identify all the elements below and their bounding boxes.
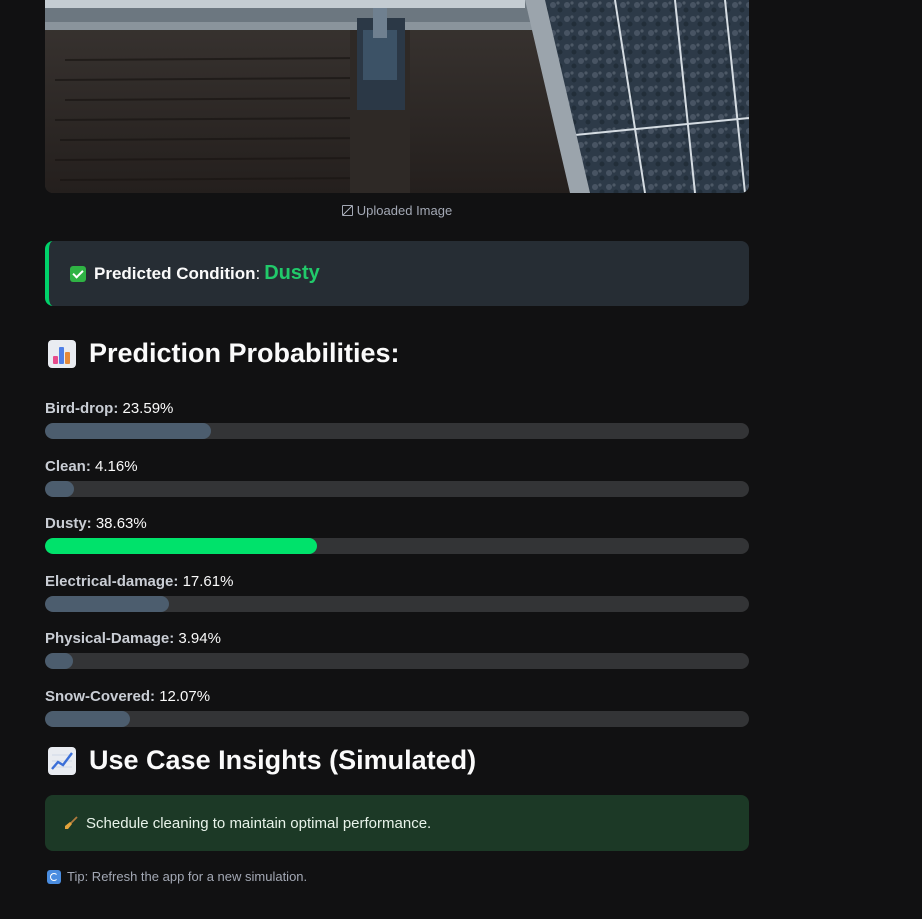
probability-label: Dusty: 38.63%: [45, 515, 749, 533]
class-percent: 12.07%: [159, 688, 211, 705]
bar-chart-icon: [48, 339, 76, 368]
probability-bar-fill: [45, 711, 130, 727]
probability-row: Snow-Covered: 12.07%: [45, 688, 749, 727]
insights-heading: Use Case Insights (Simulated): [48, 745, 476, 776]
class-name: Snow-Covered:: [45, 688, 156, 705]
tip-text: Tip: Refresh the app for a new simulatio…: [47, 869, 307, 884]
probability-label: Clean: 4.16%: [45, 458, 749, 476]
probability-row: Bird-drop: 23.59%: [45, 400, 749, 439]
image-caption-text: Uploaded Image: [356, 203, 453, 218]
broom-icon: [64, 816, 78, 830]
class-name: Physical-Damage:: [45, 630, 175, 647]
class-name: Electrical-damage:: [45, 573, 179, 590]
class-name: Bird-drop:: [45, 400, 119, 417]
probability-bar-fill: [45, 481, 75, 497]
probability-bar-track: [45, 711, 749, 727]
probability-bar-fill: [45, 653, 73, 669]
result-value: Dusty: [264, 262, 320, 284]
prediction-result-box: Predicted Condition: Dusty: [45, 241, 749, 306]
probability-bar-track: [45, 538, 749, 554]
probability-label: Bird-drop: 23.59%: [45, 400, 749, 418]
probability-label: Electrical-damage: 17.61%: [45, 573, 749, 591]
class-name: Clean:: [45, 458, 91, 475]
image-caption: Uploaded Image: [45, 203, 749, 218]
probability-row: Clean: 4.16%: [45, 458, 749, 497]
probability-bar-fill: [45, 538, 317, 554]
class-percent: 3.94%: [178, 630, 221, 647]
class-percent: 38.63%: [95, 515, 147, 532]
class-percent: 4.16%: [95, 458, 138, 475]
insight-message-box: Schedule cleaning to maintain optimal pe…: [45, 795, 749, 851]
insights-heading-text: Use Case Insights (Simulated): [89, 745, 477, 775]
solar-panel-photo: [45, 0, 749, 193]
probability-row: Physical-Damage: 3.94%: [45, 630, 749, 669]
insight-message-text: Schedule cleaning to maintain optimal pe…: [86, 814, 432, 832]
class-percent: 23.59%: [122, 400, 174, 417]
result-label: Predicted Condition: [94, 263, 256, 283]
probabilities-heading-text: Prediction Probabilities:: [89, 338, 400, 368]
class-percent: 17.61%: [182, 573, 234, 590]
tip-text-label: Tip: Refresh the app for a new simulatio…: [67, 869, 308, 884]
check-mark-icon: [70, 265, 86, 282]
probability-row: Dusty: 38.63%: [45, 515, 749, 554]
probability-label: Snow-Covered: 12.07%: [45, 688, 749, 706]
probability-bar-track: [45, 596, 749, 612]
probability-row: Electrical-damage: 17.61%: [45, 573, 749, 612]
probability-bar-track: [45, 653, 749, 669]
refresh-icon: [47, 869, 61, 884]
result-colon: :: [255, 263, 261, 283]
probability-bar-fill: [45, 596, 169, 612]
chart-increasing-icon: [48, 746, 76, 775]
probability-label: Physical-Damage: 3.94%: [45, 630, 749, 648]
probabilities-heading: Prediction Probabilities:: [48, 338, 400, 369]
probability-bar-fill: [45, 423, 212, 439]
uploaded-image: [45, 0, 749, 193]
class-name: Dusty:: [45, 515, 92, 532]
probability-bar-track: [45, 481, 749, 497]
probability-bar-track: [45, 423, 749, 439]
image-icon: [341, 205, 353, 216]
